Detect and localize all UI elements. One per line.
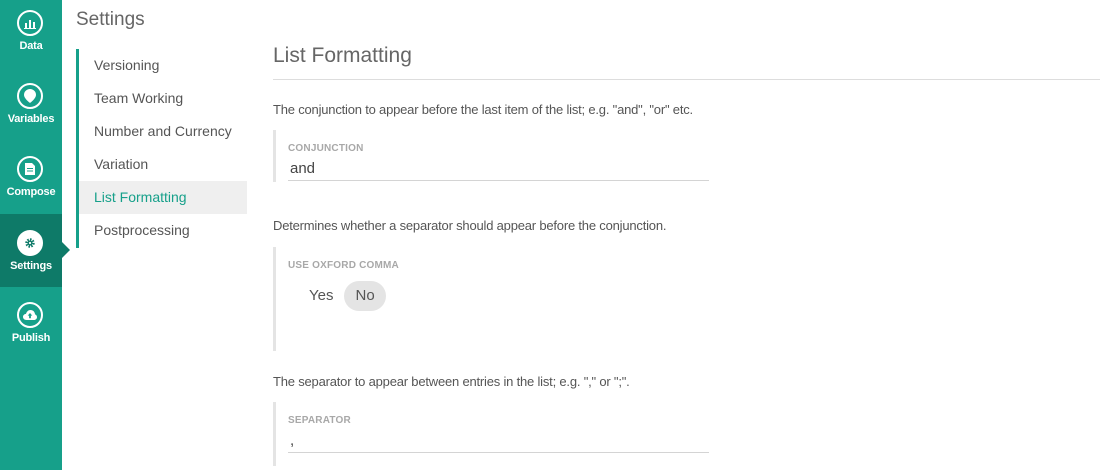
gear-icon — [17, 230, 43, 256]
nav-item-publish[interactable]: Publish — [0, 292, 62, 365]
menu-item-variation[interactable]: Variation — [79, 148, 247, 181]
oxford-comma-toggle: Yes No — [298, 281, 386, 311]
nav-item-label: Publish — [11, 332, 51, 344]
nav-item-variables[interactable]: Variables — [0, 73, 62, 146]
oxford-comma-label: USE OXFORD COMMA — [288, 260, 399, 271]
active-pointer — [62, 242, 70, 258]
conjunction-field: CONJUNCTION — [273, 130, 709, 182]
page-title: Settings — [76, 9, 145, 30]
nav-item-label: Settings — [10, 260, 52, 272]
oxford-comma-description: Determines whether a separator should ap… — [273, 218, 667, 233]
nav-item-settings[interactable]: Settings — [0, 214, 70, 287]
separator-field: SEPARATOR — [273, 402, 709, 466]
nav-item-label: Variables — [7, 113, 55, 125]
menu-item-number-and-currency[interactable]: Number and Currency — [79, 115, 247, 148]
separator-description: The separator to appear between entries … — [273, 374, 630, 389]
conjunction-description: The conjunction to appear before the las… — [273, 102, 693, 117]
toggle-option-no[interactable]: No — [344, 281, 386, 311]
oxford-comma-field: USE OXFORD COMMA Yes No — [273, 247, 709, 351]
conjunction-label: CONJUNCTION — [288, 143, 364, 154]
nav-item-compose[interactable]: Compose — [0, 146, 62, 219]
document-icon — [17, 156, 43, 182]
nav-item-label: Compose — [6, 186, 56, 198]
menu-item-versioning[interactable]: Versioning — [79, 49, 247, 82]
location-pin-icon — [17, 83, 43, 109]
toggle-option-yes[interactable]: Yes — [298, 281, 344, 311]
cloud-upload-icon — [17, 302, 43, 328]
nav-rail: Data Variables Compose Settings Publish — [0, 0, 70, 470]
separator-label: SEPARATOR — [288, 415, 351, 426]
conjunction-input[interactable] — [288, 157, 709, 181]
menu-item-team-working[interactable]: Team Working — [79, 82, 247, 115]
nav-item-data[interactable]: Data — [0, 0, 62, 73]
chart-icon — [17, 10, 43, 36]
nav-item-label: Data — [19, 40, 43, 52]
section-divider — [273, 79, 1100, 80]
menu-item-list-formatting[interactable]: List Formatting — [79, 181, 247, 214]
menu-item-postprocessing[interactable]: Postprocessing — [79, 214, 247, 247]
separator-input[interactable] — [288, 429, 709, 453]
section-title: List Formatting — [273, 44, 412, 67]
settings-menu: Versioning Team Working Number and Curre… — [76, 49, 247, 248]
app-root: Data Variables Compose Settings Publish … — [0, 0, 1100, 470]
